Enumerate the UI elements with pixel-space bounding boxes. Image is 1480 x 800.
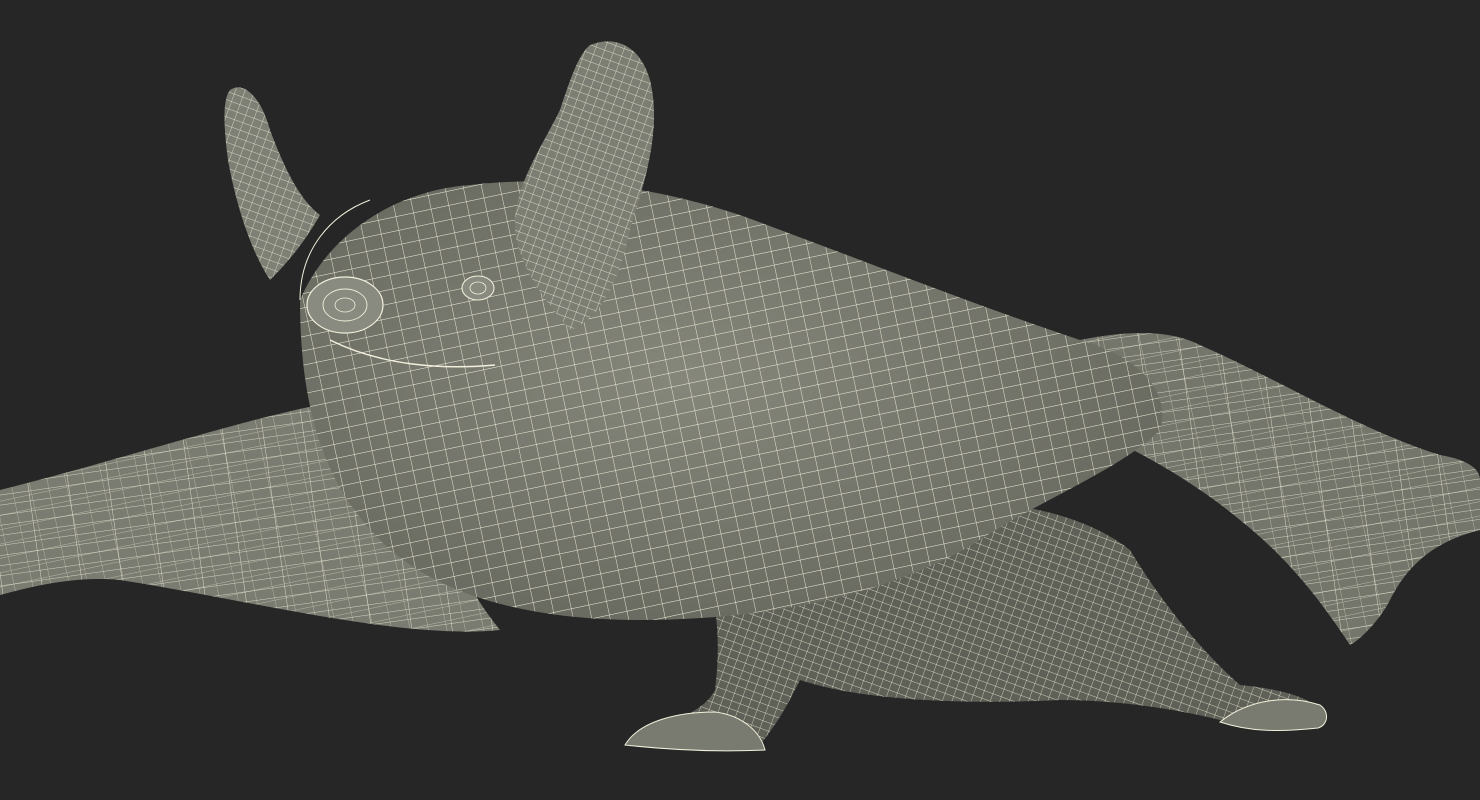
- bat-wireframe-render: [0, 41, 1480, 752]
- bat-left-ear: [224, 87, 320, 280]
- render-viewport: [0, 0, 1480, 800]
